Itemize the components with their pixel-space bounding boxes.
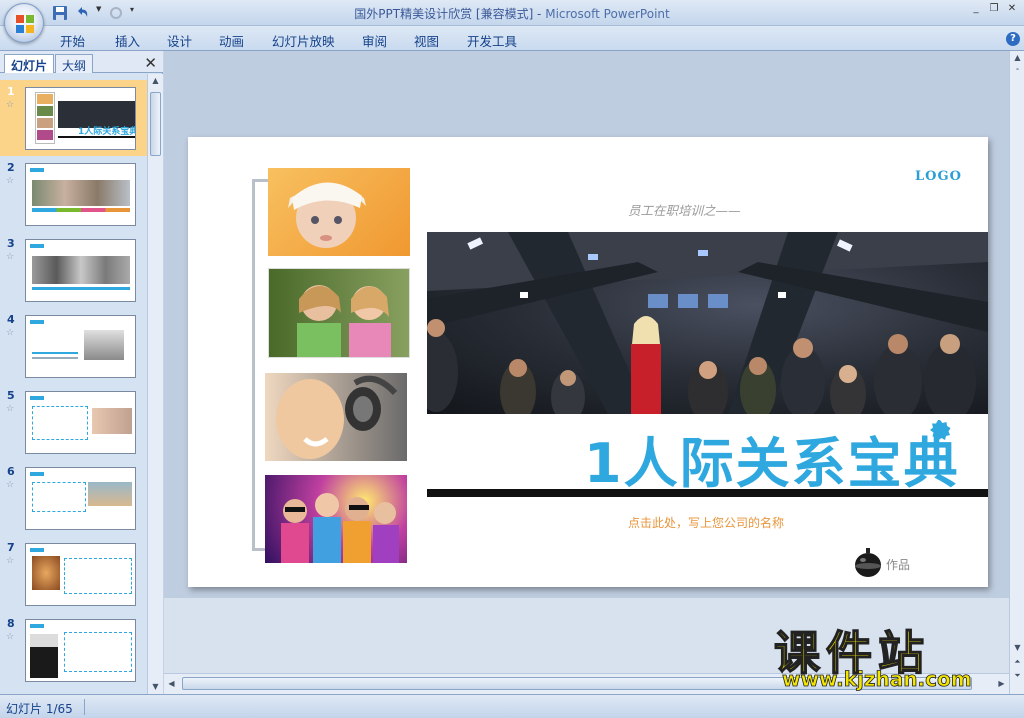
slide-canvas[interactable]: LOGO 员工在职培训之—— 1人际关系宝典 点击此处，写上您公司的名称 作品	[188, 137, 988, 587]
document-title: 国外PPT精美设计欣赏 [兼容模式] -	[354, 7, 546, 21]
office-logo-icon	[16, 15, 34, 33]
previous-slide-icon[interactable]: ⏶	[1010, 655, 1024, 669]
window-title: 国外PPT精美设计欣赏 [兼容模式] - Microsoft PowerPoin…	[0, 5, 1024, 22]
watermark-url: www.kjzhan.com	[782, 667, 972, 692]
tab-slides[interactable]: 幻灯片	[4, 54, 55, 73]
tab-review[interactable]: 审阅	[362, 31, 387, 50]
tab-animations[interactable]: 动画	[219, 31, 244, 50]
thumbnail-number: 5	[7, 389, 15, 402]
window-controls: _ ❐ ✕	[970, 3, 1018, 15]
thumbnail-slide-8[interactable]: 8 ☆	[0, 612, 147, 688]
girls-whisper-photo[interactable]	[268, 268, 410, 358]
thumbnail-image: 1人际关系宝典	[25, 87, 136, 150]
thumbnail-image	[25, 315, 136, 378]
editor-vertical-scrollbar[interactable]: ▲ ⁃ ▼ ⏶ ⏷	[1009, 51, 1024, 694]
thumbnail-number: 2	[7, 161, 15, 174]
party-image	[281, 493, 399, 563]
tab-developer[interactable]: 开发工具	[467, 31, 517, 50]
ribbon-tabs: 开始 插入 设计 动画 幻灯片放映 审阅 视图 开发工具 ?	[0, 26, 1024, 51]
transition-icon: ☆	[6, 100, 15, 110]
thumbnail-scrollbar[interactable]: ▲ ▼	[147, 74, 163, 694]
tab-insert[interactable]: 插入	[115, 31, 140, 50]
status-bar: 幻灯片 1/65	[0, 694, 1024, 718]
slide-logo[interactable]: LOGO	[915, 169, 962, 184]
thumbnail-number: 4	[7, 313, 15, 326]
transition-icon: ☆	[6, 404, 15, 414]
close-window-icon[interactable]: ✕	[1006, 3, 1018, 15]
transition-icon: ☆	[6, 252, 15, 262]
restore-icon[interactable]: ❐	[988, 3, 1000, 15]
slide-counter: 幻灯片 1/65	[6, 702, 73, 716]
thumbnail-image	[25, 391, 136, 454]
thumbnail-number: 7	[7, 541, 15, 554]
help-icon[interactable]: ?	[1006, 32, 1020, 46]
scroll-left-icon[interactable]: ◀	[164, 677, 179, 691]
tab-design[interactable]: 设计	[167, 31, 192, 50]
status-divider	[84, 699, 85, 715]
thumbnail-slide-4[interactable]: 4 ☆	[0, 308, 147, 384]
tab-slideshow[interactable]: 幻灯片放映	[272, 31, 335, 50]
author-label[interactable]: 作品	[886, 556, 910, 573]
party-photo[interactable]	[265, 475, 407, 563]
thumbnail-image	[25, 619, 136, 682]
scroll-down-icon[interactable]: ▼	[1010, 641, 1024, 655]
minimize-icon[interactable]: _	[970, 3, 982, 15]
title-bar: ▼ ▾ 国外PPT精美设计欣赏 [兼容模式] - Microsoft Power…	[0, 0, 1024, 43]
transition-icon: ☆	[6, 480, 15, 490]
thumbnail-image	[25, 163, 136, 226]
thumbnail-slide-2[interactable]: 2 ☆	[0, 156, 147, 232]
thumbnail-number: 8	[7, 617, 15, 630]
close-panel-icon[interactable]: ✕	[144, 54, 157, 72]
thumbnail-slide-6[interactable]: 6 ☆	[0, 460, 147, 536]
baby-image	[288, 182, 366, 248]
thumbnail-image	[25, 239, 136, 302]
thumbnail-list: 1 ☆ 1人际关系宝典 2 ☆ 3 ☆ 4 ☆ 5 ☆ 6 ☆ 7 ☆ 8 ☆	[0, 74, 147, 694]
transition-icon: ☆	[6, 328, 15, 338]
thumbnail-slide-7[interactable]: 7 ☆	[0, 536, 147, 612]
transition-icon: ☆	[6, 632, 15, 642]
transition-icon: ☆	[6, 176, 15, 186]
scroll-divider-icon[interactable]: ⁃	[1010, 63, 1024, 77]
headphones-image	[276, 375, 398, 459]
scroll-thumb[interactable]	[150, 92, 161, 156]
transition-icon: ☆	[6, 556, 15, 566]
slide-subtitle[interactable]: 员工在职培训之——	[628, 200, 741, 219]
thumbnail-title: 1人际关系宝典	[78, 127, 136, 137]
badge-icon	[930, 420, 951, 441]
app-name: Microsoft PowerPoint	[545, 7, 670, 21]
banner-scene-image	[408, 232, 988, 414]
slide-title[interactable]: 1人际关系宝典	[584, 419, 960, 498]
company-name-placeholder[interactable]: 点击此处，写上您公司的名称	[628, 514, 784, 531]
tab-view[interactable]: 视图	[414, 31, 439, 50]
scroll-up-icon[interactable]: ▲	[148, 74, 163, 88]
headphones-photo[interactable]	[265, 373, 407, 461]
thumbnail-image	[25, 467, 136, 530]
panel-tabs: 幻灯片 大纲 ✕	[0, 51, 163, 73]
thumbnail-slide-3[interactable]: 3 ☆	[0, 232, 147, 308]
tab-outline[interactable]: 大纲	[55, 54, 94, 73]
scroll-right-icon[interactable]: ▶	[994, 677, 1009, 691]
tab-home[interactable]: 开始	[60, 31, 85, 50]
slides-panel: 幻灯片 大纲 ✕ 1 ☆ 1人际关系宝典 2 ☆ 3 ☆ 4 ☆ 5 ☆ 6 ☆…	[0, 51, 163, 694]
thumbnail-slide-1[interactable]: 1 ☆ 1人际关系宝典	[0, 80, 147, 156]
next-slide-icon[interactable]: ⏷	[1010, 669, 1024, 683]
thumbnail-number: 1	[7, 85, 15, 98]
thumbnail-number: 3	[7, 237, 15, 250]
thumbnail-image	[25, 543, 136, 606]
thumbnail-slide-5[interactable]: 5 ☆	[0, 384, 147, 460]
banner-photo[interactable]	[408, 232, 988, 414]
baby-photo[interactable]	[268, 168, 410, 256]
office-button[interactable]	[4, 3, 44, 43]
scroll-down-icon[interactable]: ▼	[148, 680, 163, 694]
author-logo-icon	[855, 548, 881, 577]
girls-image	[297, 285, 391, 357]
thumbnail-number: 6	[7, 465, 15, 478]
